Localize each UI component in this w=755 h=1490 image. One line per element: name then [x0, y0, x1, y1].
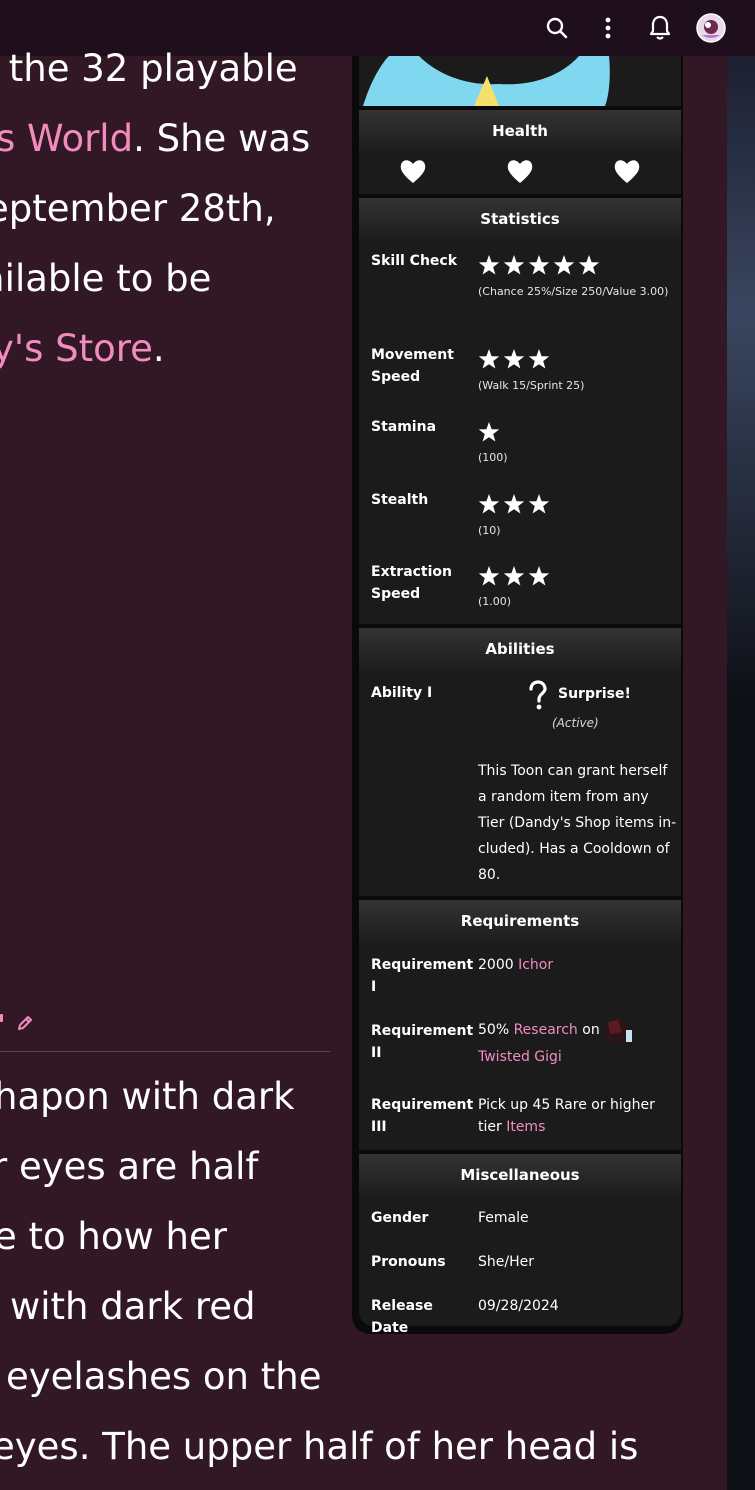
section-heading-fragment	[0, 1014, 3, 1022]
statistics-section: Statistics Skill Check (Chance 25%/Size …	[359, 198, 681, 624]
misc-label: Release Date	[371, 1298, 433, 1336]
stat-label: Stamina	[371, 419, 437, 435]
star-icon	[478, 349, 500, 369]
star-icon	[528, 566, 550, 586]
article-line: f the 32 playable	[0, 47, 298, 90]
article-line: eptember 28th,	[0, 187, 276, 230]
requirement-line: 50% Research on	[478, 1014, 678, 1046]
star-icon	[503, 494, 525, 514]
ability-label: Ability I	[371, 685, 433, 701]
page-edge-background	[727, 56, 755, 1490]
stat-detail: (1.00)	[478, 595, 512, 608]
character-portrait	[359, 56, 681, 106]
question-mark-icon	[526, 680, 550, 712]
ability-description: This Toon can grant herself a random ite…	[478, 763, 677, 883]
heart-icon	[614, 160, 640, 183]
star-icon	[578, 255, 600, 275]
character-infobox: Health Statistics Skill Check (Chance 25…	[352, 56, 683, 1336]
requirement-text: on	[577, 1022, 600, 1038]
misc-value: She/Her	[478, 1254, 534, 1270]
stat-label: Stealth	[371, 492, 429, 508]
ichor-link[interactable]: Ichor	[518, 957, 553, 973]
twisted-gigi-thumbnail[interactable]	[601, 1014, 634, 1046]
stat-stars	[478, 565, 550, 587]
star-icon	[478, 422, 500, 442]
research-link[interactable]: Research	[514, 1022, 578, 1038]
star-icon	[528, 494, 550, 514]
star-icon	[503, 566, 525, 586]
miscellaneous-section: Miscellaneous Gender Female Pronouns She…	[359, 1154, 681, 1336]
requirement-value: Pick up 45 Rare or higher tier Items	[478, 1094, 678, 1138]
section-heading-divider	[0, 1010, 330, 1052]
requirement-text: 2000	[478, 957, 519, 973]
article-line: y's Store.	[0, 314, 340, 384]
miscellaneous-header: Miscellaneous	[359, 1154, 681, 1196]
misc-value: 09/28/2024	[478, 1298, 559, 1314]
items-link[interactable]: Items	[506, 1119, 545, 1135]
stat-detail: (Chance 25%/Size 250/Value 3.00)	[478, 285, 669, 298]
article-text-span: . She was	[133, 117, 311, 160]
stat-label: Movement Speed	[371, 347, 454, 385]
article-line: eyelashes on the	[6, 1355, 322, 1398]
avatar[interactable]	[695, 12, 727, 44]
requirement-value: 2000 Ichor	[478, 954, 678, 976]
article-line: eyes. The upper half of her head is	[0, 1425, 639, 1468]
star-icon	[528, 349, 550, 369]
misc-value: Female	[478, 1210, 529, 1226]
star-icon	[478, 566, 500, 586]
stat-detail: (Walk 15/Sprint 25)	[478, 379, 585, 392]
stat-detail: (10)	[478, 524, 501, 537]
article-line: ailable to be	[0, 257, 212, 300]
misc-label: Gender	[371, 1210, 429, 1226]
requirement-text: Pick up 45 Rare or higher tier	[478, 1097, 655, 1135]
star-icon	[528, 255, 550, 275]
stat-label: Extraction Speed	[371, 564, 453, 602]
health-section: Health	[359, 110, 681, 194]
ability-row: Ability I Surprise! (Active) This Toon c…	[359, 672, 681, 896]
ability-name: Surprise!	[558, 686, 631, 702]
requirement-label: Requirement I	[371, 957, 474, 995]
statistics-header: Statistics	[359, 198, 681, 240]
requirement-label: Requirement III	[371, 1097, 474, 1135]
requirement-label: Requirement II	[371, 1023, 474, 1061]
heart-icon	[400, 160, 426, 183]
bell-icon[interactable]	[644, 12, 676, 44]
star-icon	[503, 349, 525, 369]
edit-pencil-icon[interactable]	[16, 1014, 34, 1032]
ability-type: (Active)	[552, 716, 599, 730]
stat-stars	[478, 421, 500, 443]
health-header: Health	[359, 110, 681, 152]
requirements-header: Requirements	[359, 900, 681, 942]
star-icon	[478, 494, 500, 514]
stat-stars	[478, 254, 600, 276]
more-vertical-icon[interactable]	[592, 12, 624, 44]
abilities-section: Abilities Ability I Surprise! (Active) T…	[359, 628, 681, 896]
article-text-span: .	[152, 327, 165, 370]
star-icon	[503, 255, 525, 275]
stat-stars	[478, 348, 550, 370]
requirement-text: 50%	[478, 1022, 514, 1038]
twisted-gigi-link[interactable]: Twisted Gigi	[478, 1049, 562, 1065]
requirements-section: Requirements Requirement I 2000 Ichor Re…	[359, 900, 681, 1150]
abilities-header: Abilities	[359, 628, 681, 670]
heart-icon	[507, 160, 533, 183]
article-paragraph-top: f the 32 playable s World. She was eptem…	[0, 34, 340, 384]
stat-stars	[478, 493, 550, 515]
health-hearts	[359, 154, 681, 194]
article-link[interactable]: y's Store	[0, 327, 153, 370]
misc-label: Pronouns	[371, 1254, 446, 1270]
star-icon	[553, 255, 575, 275]
search-icon[interactable]	[541, 12, 573, 44]
article-line: s World. She was	[0, 104, 340, 174]
stat-detail: (100)	[478, 451, 508, 464]
requirement-value: 50% Research on Twisted Gigi	[478, 1014, 678, 1068]
requirement-line: Twisted Gigi	[478, 1046, 678, 1068]
star-icon	[478, 255, 500, 275]
article-link[interactable]: s World	[0, 117, 133, 160]
stat-label: Skill Check	[371, 253, 458, 269]
